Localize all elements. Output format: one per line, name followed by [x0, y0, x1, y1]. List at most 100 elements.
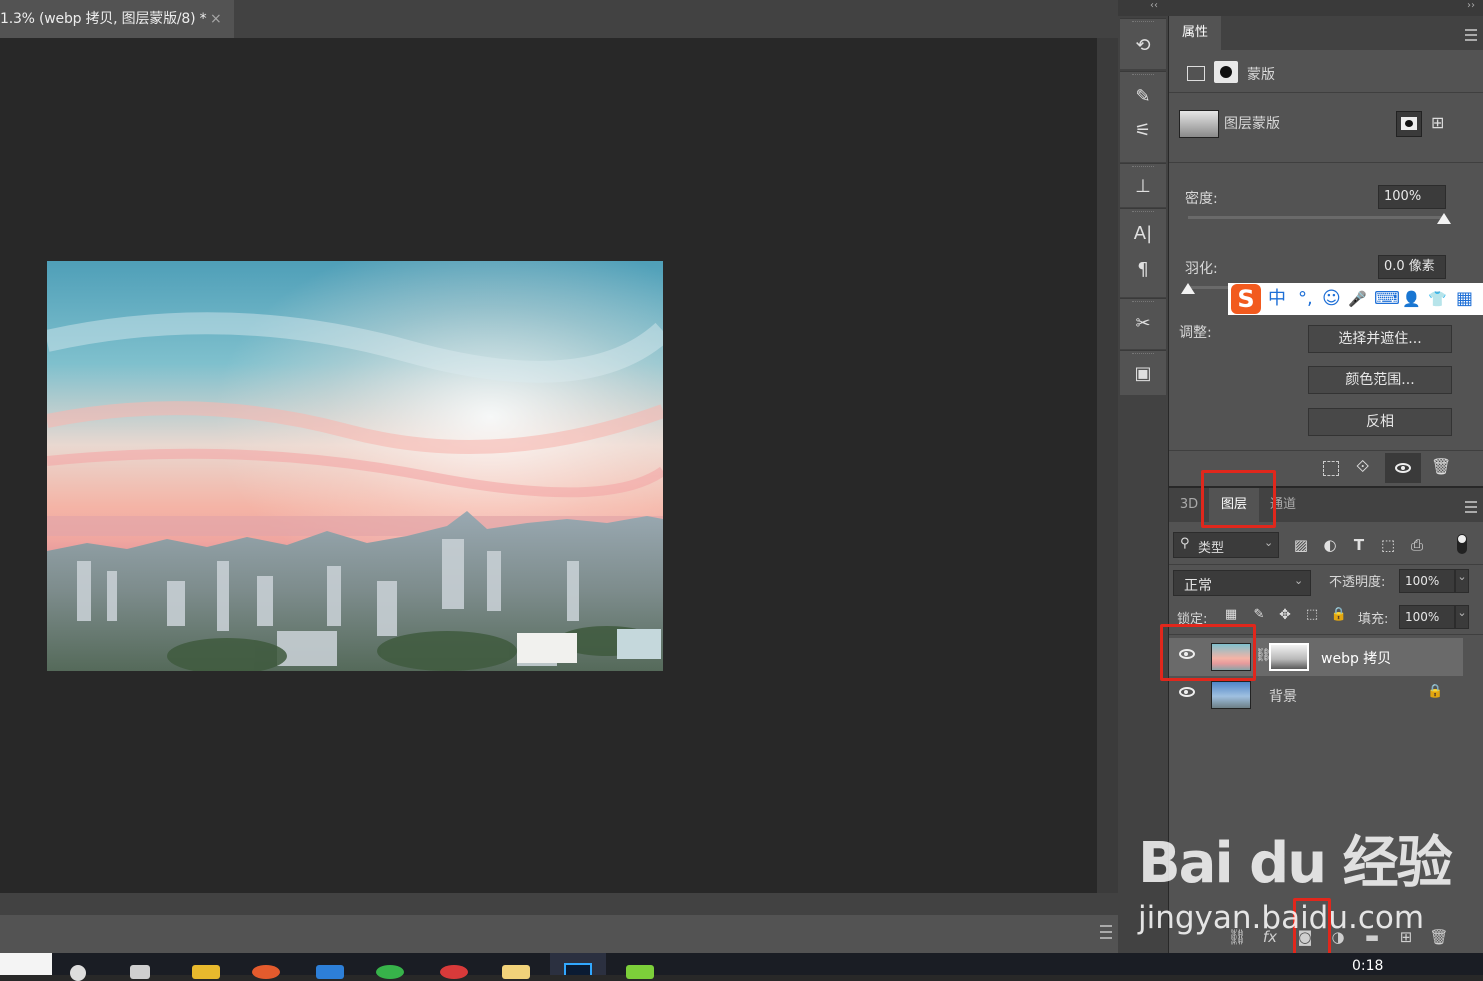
- document-tab[interactable]: 1.3% (webp 拷贝, 图层蒙版/8) * ×: [0, 0, 234, 38]
- clone-group: ⊥: [1120, 163, 1166, 207]
- mask-thumbnail: [1179, 110, 1219, 138]
- status-bar: [0, 915, 1118, 953]
- ime-emoji-icon[interactable]: ☺: [1322, 287, 1341, 311]
- filter-adjustment-icon[interactable]: ◐: [1320, 536, 1340, 554]
- feather-field[interactable]: 0.0 像素: [1378, 255, 1446, 279]
- filter-pixel-icon[interactable]: ▨: [1291, 536, 1311, 554]
- layer-name: webp 拷贝: [1321, 651, 1392, 667]
- color-range-button[interactable]: 颜色范围...: [1308, 366, 1452, 394]
- ime-keyboard-icon[interactable]: ⌨: [1374, 287, 1400, 311]
- layer-mask-thumbnail[interactable]: [1269, 643, 1309, 671]
- start-button[interactable]: [0, 953, 52, 975]
- filter-shape-icon[interactable]: ⬚: [1378, 536, 1398, 554]
- lock-pixels-icon[interactable]: ✎: [1249, 607, 1269, 622]
- file-explorer-icon[interactable]: [192, 965, 220, 979]
- chevron-down-icon: ⌄: [1264, 536, 1274, 549]
- apply-mask-icon[interactable]: ⟐: [1356, 457, 1369, 477]
- blend-mode-value: 正常: [1184, 578, 1212, 594]
- select-and-mask-button[interactable]: 选择并遮住...: [1308, 325, 1452, 353]
- layer-mask-type-icon[interactable]: [1214, 61, 1238, 83]
- taskbar-active-item[interactable]: [550, 953, 606, 975]
- media-icon[interactable]: [440, 965, 468, 979]
- density-slider[interactable]: [1188, 216, 1444, 219]
- adjustments-icon[interactable]: ⚟: [1132, 120, 1154, 142]
- ime-skin-icon[interactable]: 👕: [1428, 287, 1447, 311]
- add-vector-mask-icon[interactable]: ⊞: [1431, 114, 1449, 132]
- tab-properties[interactable]: 属性: [1169, 16, 1221, 50]
- visibility-eye-icon[interactable]: [1179, 687, 1195, 697]
- tool-presets-icon[interactable]: ✂: [1132, 313, 1154, 335]
- lock-position-icon[interactable]: ✥: [1275, 607, 1295, 623]
- lock-all-icon[interactable]: 🔒: [1329, 607, 1349, 622]
- mask-type-label: 蒙版: [1247, 67, 1275, 83]
- feather-slider-knob[interactable]: [1181, 283, 1195, 294]
- character-icon[interactable]: A|: [1132, 223, 1154, 245]
- paragraph-icon[interactable]: ¶: [1132, 259, 1154, 281]
- status-menu-icon[interactable]: [1100, 925, 1112, 939]
- watermark-logo: Bai du 经验: [1138, 831, 1453, 896]
- fill-field[interactable]: 100%: [1399, 605, 1455, 629]
- tab-3d[interactable]: 3D: [1175, 488, 1203, 522]
- load-selection-icon[interactable]: [1323, 461, 1339, 476]
- collapse-right-icon[interactable]: ››: [1467, 0, 1475, 11]
- filter-toggle[interactable]: [1457, 534, 1467, 554]
- opacity-field[interactable]: 100%: [1399, 569, 1455, 593]
- ime-voice-icon[interactable]: 🎤: [1348, 287, 1367, 311]
- layer-thumbnail[interactable]: [1211, 681, 1251, 709]
- delete-mask-icon[interactable]: 🗑: [1431, 457, 1451, 476]
- pixel-mask-icon[interactable]: [1187, 66, 1205, 81]
- highlight-layers-tab: [1201, 470, 1276, 528]
- mail-icon[interactable]: [316, 965, 344, 979]
- close-icon[interactable]: ×: [210, 0, 222, 38]
- collapse-left-icon[interactable]: ‹‹: [1150, 0, 1158, 11]
- select-layer-mask-button[interactable]: [1396, 111, 1422, 137]
- filter-type-icon[interactable]: T: [1349, 536, 1369, 554]
- taskbar: 0:18: [0, 953, 1483, 981]
- lock-transparent-icon[interactable]: ▦: [1221, 607, 1241, 622]
- layer-mask-label: 图层蒙版: [1224, 116, 1280, 132]
- history-icon[interactable]: ⟲: [1132, 35, 1154, 57]
- type-group: A| ¶: [1120, 208, 1166, 297]
- document-tab-title: 1.3% (webp 拷贝, 图层蒙版/8) *: [0, 11, 207, 27]
- trash-icon[interactable]: 🗑: [1428, 928, 1450, 946]
- fill-dropdown-icon[interactable]: ⌄: [1455, 605, 1469, 629]
- blend-mode-select[interactable]: 正常 ⌄: [1173, 570, 1311, 596]
- task-view-icon[interactable]: [130, 965, 150, 979]
- lock-artboard-icon[interactable]: ⬚: [1302, 607, 1322, 622]
- watermark-url: jingyan.baidu.com: [1138, 900, 1425, 936]
- toggle-mask-visibility-button[interactable]: [1385, 453, 1421, 483]
- feather-label: 羽化:: [1185, 261, 1218, 277]
- ime-chinese-mode-icon[interactable]: 中: [1268, 287, 1286, 311]
- filter-smart-object-icon[interactable]: ⎙: [1407, 536, 1427, 554]
- vertical-scrollbar[interactable]: [1097, 38, 1118, 893]
- opacity-dropdown-icon[interactable]: ⌄: [1455, 569, 1469, 593]
- density-label: 密度:: [1185, 191, 1218, 207]
- notes-icon[interactable]: [502, 965, 530, 979]
- horizontal-scrollbar[interactable]: [0, 893, 1118, 915]
- ime-toolbar: S 中 °, ☺ 🎤 ⌨ 👤 👕 ▦: [1228, 283, 1483, 315]
- chat-icon[interactable]: [376, 965, 404, 979]
- ime-punctuation-icon[interactable]: °,: [1298, 287, 1313, 311]
- sogou-logo[interactable]: S: [1231, 284, 1261, 314]
- search-icon[interactable]: [70, 965, 86, 981]
- chevron-down-icon: ⌄: [1294, 574, 1304, 587]
- layer-row-background[interactable]: 背景 🔒: [1169, 676, 1483, 714]
- invert-button[interactable]: 反相: [1308, 408, 1452, 436]
- navigator-icon[interactable]: ▣: [1132, 363, 1154, 385]
- layers-panel-menu-icon[interactable]: [1465, 501, 1477, 513]
- browser-icon[interactable]: [252, 965, 280, 979]
- adjust-label: 调整:: [1179, 325, 1212, 341]
- filter-kind-select[interactable]: ⚲ 类型 ⌄: [1173, 532, 1279, 558]
- taskbar-clock[interactable]: 0:18: [1352, 958, 1383, 974]
- density-slider-knob[interactable]: [1437, 213, 1451, 224]
- highlight-layer-row: [1160, 624, 1256, 681]
- brush-settings-icon[interactable]: ✎: [1132, 86, 1154, 108]
- artboard-group: ▣: [1120, 350, 1166, 395]
- ime-user-icon[interactable]: 👤: [1402, 287, 1421, 311]
- ime-toolbox-icon[interactable]: ▦: [1456, 287, 1473, 311]
- density-field[interactable]: 100%: [1378, 185, 1446, 209]
- app-icon[interactable]: [626, 965, 654, 979]
- panel-menu-icon[interactable]: [1465, 29, 1477, 41]
- history-group: ⟲: [1120, 18, 1166, 69]
- clone-source-icon[interactable]: ⊥: [1132, 176, 1154, 198]
